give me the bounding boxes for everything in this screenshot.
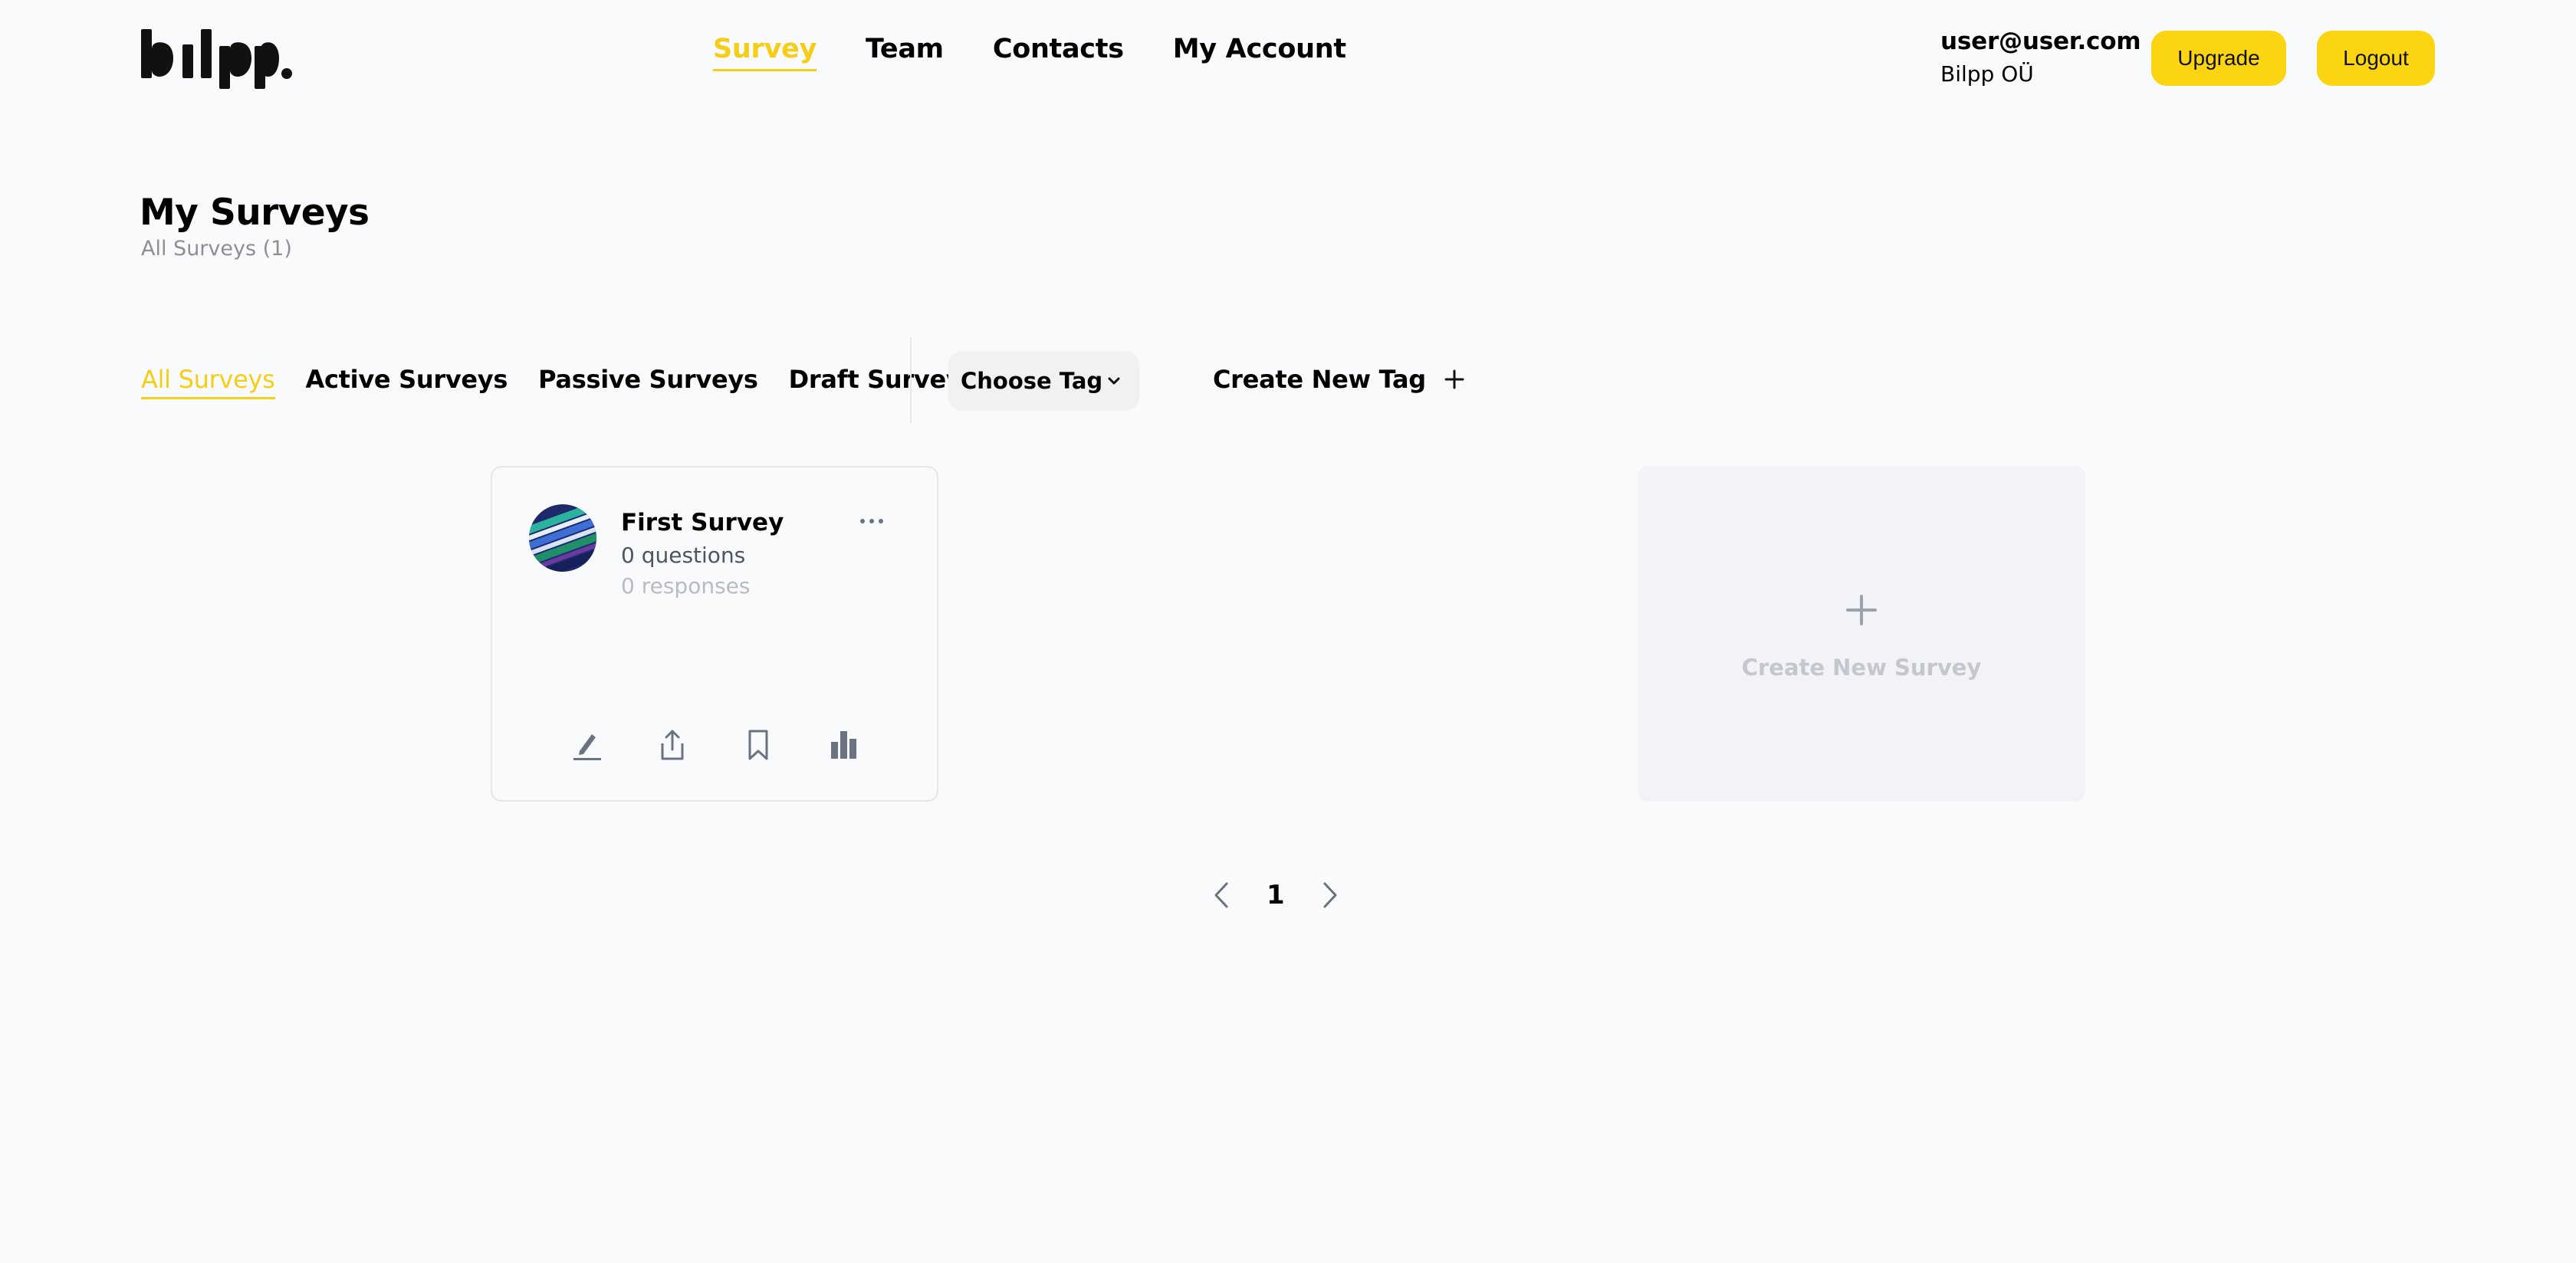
filter-divider [910,337,912,423]
share-icon[interactable] [655,727,690,762]
choose-tag-label: Choose Tag [961,368,1103,394]
page-number[interactable]: 1 [1267,880,1285,910]
tab-passive-surveys[interactable]: Passive Surveys [538,365,758,399]
survey-title[interactable]: First Survey [621,509,784,536]
survey-card[interactable]: First Survey 0 questions 0 responses [491,466,938,802]
tab-all-surveys[interactable]: All Surveys [141,365,275,399]
pagination: 1 [1211,880,1340,910]
chevron-left-icon[interactable] [1211,881,1231,910]
plus-icon [1846,595,1877,625]
page-subtitle: All Surveys (1) [141,237,292,261]
nav-item-contacts[interactable]: Contacts [993,34,1124,71]
survey-avatar [529,504,596,572]
plus-icon [1444,369,1464,389]
logo-wordmark [141,29,292,89]
main-nav: Survey Team Contacts My Account [713,34,1346,71]
create-new-tag-label: Create New Tag [1213,365,1426,394]
nav-item-my-account[interactable]: My Account [1173,34,1346,71]
create-new-survey-label: Create New Survey [1741,654,1982,681]
create-new-survey-card[interactable]: Create New Survey [1638,466,2085,802]
chart-icon[interactable] [826,727,862,762]
survey-thumbnail-image [529,504,596,572]
user-email: user@user.com [1940,28,2141,55]
logout-button[interactable]: Logout [2317,31,2435,86]
survey-response-count: 0 responses [621,573,751,599]
create-new-tag-button[interactable]: Create New Tag [1213,365,1466,394]
nav-item-team[interactable]: Team [866,34,944,71]
user-organization: Bilpp OÜ [1940,61,2034,87]
more-icon[interactable] [859,515,885,527]
edit-icon[interactable] [569,727,604,762]
upgrade-button[interactable]: Upgrade [2151,31,2286,86]
survey-filter-tabs: All Surveys Active Surveys Passive Surve… [141,365,976,399]
choose-tag-dropdown[interactable]: Choose Tag [948,351,1139,411]
tab-active-surveys[interactable]: Active Surveys [306,365,508,399]
user-info: user@user.com Bilpp OÜ [1940,28,2141,87]
bookmark-icon[interactable] [741,727,776,762]
chevron-right-icon[interactable] [1320,881,1340,910]
survey-question-count: 0 questions [621,543,746,568]
bilpp-logo[interactable] [140,26,293,90]
chevron-down-icon [1108,377,1120,385]
page-title: My Surveys [140,192,370,234]
nav-item-survey[interactable]: Survey [713,34,816,71]
survey-actions [569,727,862,762]
